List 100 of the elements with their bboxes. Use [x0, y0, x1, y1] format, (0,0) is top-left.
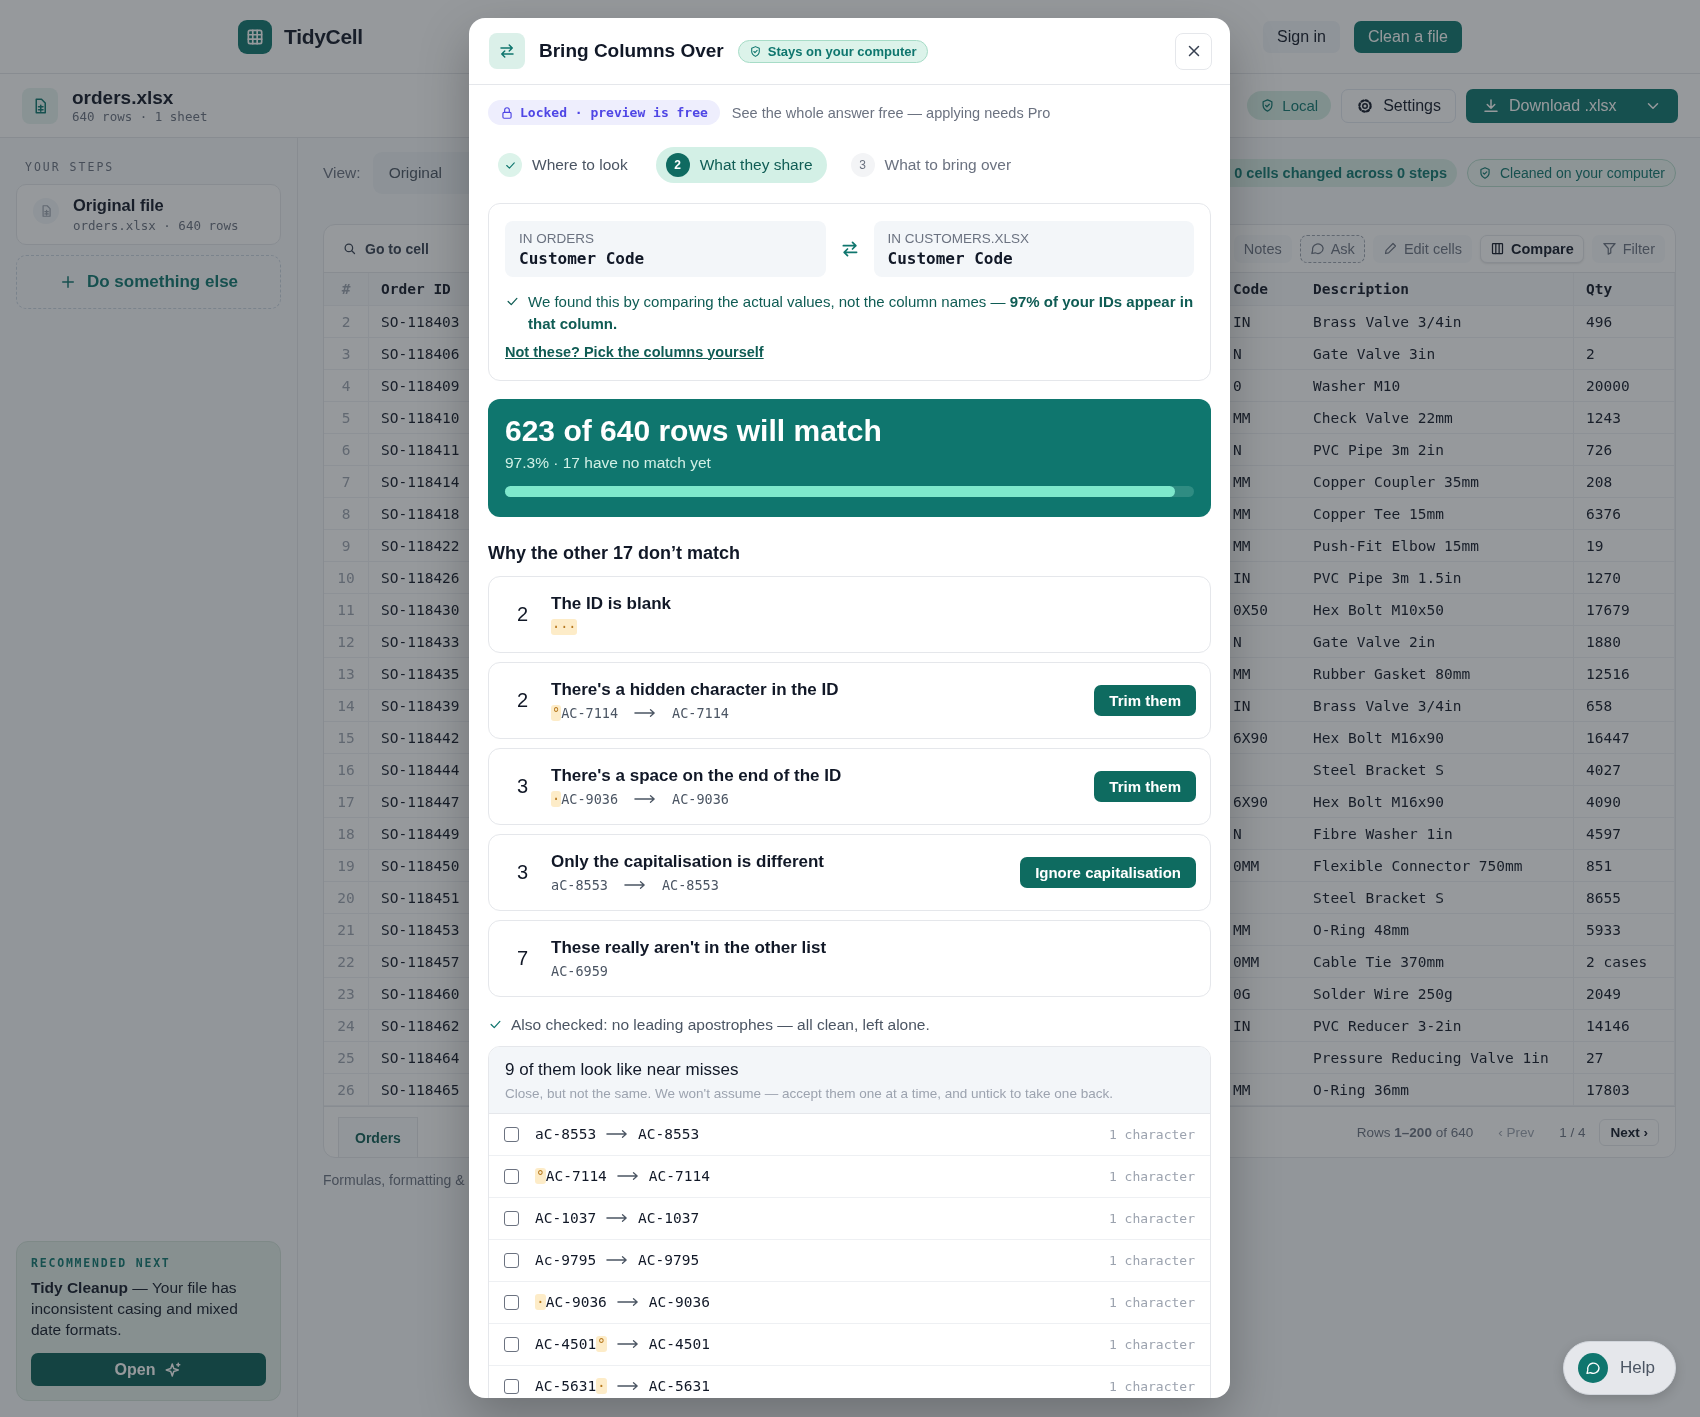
next-page-button[interactable]: Next ›: [1599, 1118, 1659, 1146]
panel-title: 9 of them look like near misses: [505, 1059, 740, 1080]
fix-button[interactable]: Ignore capitalisation: [1020, 856, 1196, 888]
chat-icon: [1578, 1353, 1609, 1383]
from-value: AC-1037: [535, 1210, 597, 1226]
table-cell: 17679: [1574, 594, 1675, 626]
go-to-cell-field[interactable]: Go to cell: [342, 240, 429, 257]
checkbox[interactable]: [504, 1252, 519, 1268]
toolbar-button[interactable]: Edit cells: [1372, 234, 1472, 263]
example-value: AC-6959: [551, 962, 608, 979]
difference-label: 1 character: [1108, 1252, 1195, 1268]
fix-button[interactable]: Trim them: [1094, 770, 1196, 802]
table-cell: Brass Valve 3/4in: [1301, 306, 1574, 338]
checkbox[interactable]: [504, 1210, 519, 1226]
panel-subtitle: Close, but not the same. We won't assume — accept them one at a time, and untick to take one back.: [505, 1085, 1114, 1101]
shield-icon: [1478, 166, 1492, 180]
open-button[interactable]: Open: [31, 1353, 266, 1386]
to-value: AC-9795: [638, 1252, 700, 1268]
toolbar-button[interactable]: Ask: [1299, 234, 1365, 263]
close-button[interactable]: [1175, 32, 1212, 70]
arrow-icon: [616, 1339, 639, 1349]
example-value: ·AC-9036: [551, 790, 619, 807]
view-option[interactable]: Original: [376, 156, 455, 190]
fix-button[interactable]: Trim them: [1094, 684, 1196, 716]
table-cell: Gate Valve 3in: [1301, 338, 1574, 370]
difference-label: 1 character: [1108, 1168, 1195, 1184]
to-value: AC-4501: [648, 1336, 710, 1352]
pick-columns-link[interactable]: Not these? Pick the columns yourself: [505, 343, 764, 360]
reason-count: 2: [517, 602, 529, 626]
from-value: aC-8553: [535, 1126, 597, 1142]
toolbar-button[interactable]: Notes: [1233, 234, 1292, 263]
table-cell: 2: [1574, 338, 1675, 370]
to-value: AC-9036: [648, 1294, 710, 1310]
example-value: aC-8553: [551, 876, 608, 893]
example-value: AC-7114: [672, 704, 729, 721]
download-icon: [1482, 96, 1500, 115]
toolbar-button[interactable]: Filter: [1591, 234, 1665, 263]
clean-file-button[interactable]: Clean a file: [1353, 20, 1462, 53]
help-button[interactable]: Help: [1563, 1341, 1676, 1395]
swap-icon: [489, 33, 525, 69]
table-cell: Fibre Washer 1in: [1301, 818, 1574, 850]
reason-title: There's a hidden character in the ID: [551, 679, 840, 700]
table-cell: Gate Valve 2in: [1301, 626, 1574, 658]
table-cell: 4027: [1574, 754, 1675, 786]
add-step-button[interactable]: Do something else: [16, 255, 281, 309]
spreadsheet-file-icon: [22, 87, 58, 124]
settings-button[interactable]: Settings: [1341, 88, 1456, 123]
table-cell: Hex Bolt M10x50: [1301, 594, 1574, 626]
section-heading: Why the other 17 don’t match: [488, 542, 741, 564]
recommendation-text: Tidy Cleanup — Your file has inconsistent casing and mixed date formats.: [31, 1278, 239, 1341]
section-heading: YOUR STEPS: [24, 160, 116, 174]
match-summary-detail: 97.3% · 17 have no match yet: [505, 453, 712, 472]
search-icon: [342, 241, 357, 256]
locked-badge: Locked · preview is free: [488, 100, 720, 125]
also-checked-note: Also checked: no leading apostrophes — all clean, left alone.: [511, 1015, 930, 1034]
logo-icon: [238, 19, 272, 54]
file-meta: 640 rows · 1 sheet: [72, 109, 208, 124]
column-header: Description: [1301, 273, 1574, 306]
file-icon: [33, 198, 59, 224]
recommendation-label: RECOMMENDED NEXT: [31, 1256, 172, 1271]
step-tab[interactable]: Where to look: [488, 147, 642, 183]
from-value: Ac-9795: [535, 1252, 597, 1268]
shield-icon: [1260, 98, 1276, 113]
download-button[interactable]: Download .xlsx: [1466, 88, 1678, 123]
table-cell: 726: [1574, 434, 1675, 466]
table-cell: 2 cases: [1574, 946, 1675, 978]
checkbox[interactable]: [504, 1378, 519, 1394]
table-cell: 1880: [1574, 626, 1675, 658]
file-name: orders.xlsx: [72, 87, 175, 109]
step-card[interactable]: Original file orders.xlsx · 640 rows: [16, 184, 281, 245]
table-cell: Brass Valve 3/4in: [1301, 690, 1574, 722]
table-cell: 14146: [1574, 1010, 1675, 1042]
from-value: ·AC-9036: [535, 1294, 607, 1310]
privacy-badge: Cleaned on your computer: [1467, 159, 1676, 187]
settings-icon: [1356, 96, 1375, 115]
checkbox[interactable]: [504, 1126, 519, 1142]
sheet-tab[interactable]: Orders: [338, 1117, 418, 1157]
toolbar-button[interactable]: Compare: [1479, 234, 1584, 263]
checkbox[interactable]: [504, 1294, 519, 1310]
table-cell: Check Valve 22mm: [1301, 402, 1574, 434]
checkbox[interactable]: [504, 1168, 519, 1184]
table-cell: PVC Pipe 3m 1.5in: [1301, 562, 1574, 594]
example-value: °AC-7114: [551, 704, 619, 721]
column-field: IN ORDERS Customer Code: [505, 221, 826, 277]
columns-icon: [1489, 241, 1505, 256]
table-cell: 5933: [1574, 914, 1675, 946]
reason-title: These really aren't in the other list: [551, 937, 828, 958]
table-cell: Hex Bolt M16x90: [1301, 722, 1574, 754]
table-cell: Hex Bolt M16x90: [1301, 786, 1574, 818]
table-cell: 27: [1574, 1042, 1675, 1074]
checkbox[interactable]: [504, 1336, 519, 1352]
step-tab[interactable]: 3 What to bring over: [840, 147, 1026, 183]
table-cell: 19: [1574, 530, 1675, 562]
step-tab[interactable]: 2 What they share: [655, 147, 827, 183]
match-summary-title: 623 of 640 rows will match: [505, 413, 883, 448]
locked-note: See the whole answer free — applying needs Pro: [731, 104, 1051, 121]
sign-in-button[interactable]: Sign in: [1263, 20, 1340, 53]
row-range: Rows 1–200 of 640: [1356, 1124, 1474, 1140]
table-cell: 4597: [1574, 818, 1675, 850]
table-cell: 208: [1574, 466, 1675, 498]
